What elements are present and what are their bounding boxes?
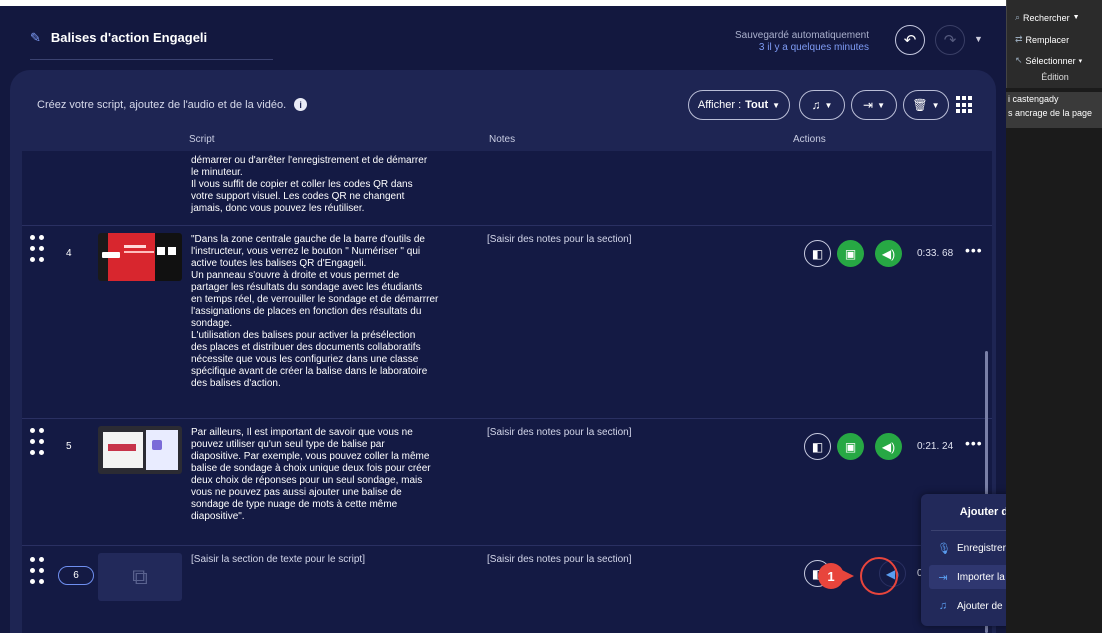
grid-view-icon[interactable] <box>956 96 974 114</box>
group-label: Édition <box>1041 72 1069 82</box>
row-number: 5 <box>66 441 72 452</box>
script-panel: Créez votre script, ajoutez de l'audio e… <box>10 70 996 633</box>
drag-handle-icon[interactable] <box>30 235 48 265</box>
music-menu-button[interactable]: ♫ ▼ <box>799 90 845 120</box>
drag-handle-icon[interactable] <box>30 428 48 458</box>
select-label: Sélectionner <box>1025 55 1076 66</box>
more-options-icon[interactable]: ••• <box>965 242 983 258</box>
empty-slide-placeholder[interactable]: ⧉ <box>98 553 182 601</box>
import-icon: ⇥ <box>863 98 874 112</box>
audio-button[interactable]: ◀) <box>875 433 902 460</box>
import-menu-button[interactable]: ⇥ ▼ <box>851 90 897 120</box>
microphone-icon: 🎙 <box>937 542 951 555</box>
slide-icon: ◧ <box>811 246 824 261</box>
app-header: ✎ Balises d'action Engageli Sauvegardé a… <box>0 6 1006 66</box>
notes-text[interactable]: [Saisir des notes pour la section] <box>487 234 632 245</box>
duration: 0:33. 68 <box>917 248 954 259</box>
edit-icon[interactable]: ✎ <box>30 30 41 46</box>
image-icon: ▣ <box>844 246 857 261</box>
row-number[interactable]: 6 <box>58 566 94 585</box>
import-icon: ⇥ <box>938 571 948 584</box>
table-row: démarrer ou d'arrêter l'enregistrement e… <box>22 151 992 226</box>
script-text[interactable]: Par ailleurs, Il est important de savoir… <box>191 427 466 523</box>
script-text[interactable]: [Saisir la section de texte pour le scri… <box>191 554 466 566</box>
chevron-down-icon: ▼ <box>877 100 885 110</box>
select-button[interactable]: ↖ Sélectionner ▾ <box>1015 55 1082 66</box>
replace-icon: ⇄ <box>1015 34 1023 44</box>
duration: 0:21. 24 <box>917 441 954 452</box>
chevron-down-icon: ▼ <box>824 100 833 110</box>
script-text[interactable]: démarrer ou d'arrêter l'enregistrement e… <box>191 155 466 215</box>
show-filter-dropdown[interactable]: Afficher : Tout ▼ <box>688 90 790 120</box>
title-field[interactable]: ✎ Balises d'action Engageli <box>30 30 273 60</box>
side-pane: i castengady s ancrage de la page <box>1006 92 1102 128</box>
chevron-down-icon: ▼ <box>772 100 781 110</box>
host-app-sidebar: ⌕ Rechercher ▼ ⇄ Remplacer ↖ Sélectionner ▾ É… <box>1006 0 1102 633</box>
pane-text: s ancrage de la page <box>1008 108 1093 118</box>
undo-icon: ↶ <box>903 32 917 49</box>
image-icon: ▣ <box>844 439 857 454</box>
image-button[interactable]: ▣ <box>837 240 864 267</box>
save-status-time: 3 il y a quelques minutes <box>758 42 869 53</box>
trash-icon: 🗑 <box>912 98 928 112</box>
chevron-down-icon: ▾ <box>1078 57 1083 65</box>
screen: ” ” ✎ Balises d'action Engageli Sauvegar… <box>0 0 1102 633</box>
cursor-icon: ↖ <box>1015 55 1023 65</box>
table-row: 6 ⧉ [Saisir la section de texte pour le … <box>22 547 992 633</box>
row-number: 4 <box>66 248 72 259</box>
callout-badge-1: 1 <box>818 563 844 589</box>
slide-icon: ◧ <box>811 439 824 454</box>
save-status: Sauvegardé automatiquement 3 il y a quel… <box>735 30 869 54</box>
music-note-icon: ♫ <box>811 98 821 112</box>
column-header-actions: Actions <box>793 134 826 145</box>
engageli-app: ✎ Balises d'action Engageli Sauvegardé a… <box>0 6 1006 633</box>
add-slide-icon: ⧉ <box>132 564 148 589</box>
column-header-notes: Notes <box>489 134 516 145</box>
save-status-label: Sauvegardé automatiquement <box>735 30 869 41</box>
undo-button[interactable]: ↶ <box>895 25 925 55</box>
replace-button[interactable]: ⇄ Remplacer <box>1015 34 1069 45</box>
slide-thumbnail[interactable] <box>98 233 182 281</box>
ribbon-edit-group: ⌕ Rechercher ▼ ⇄ Remplacer ↖ Sélectionner ▾ É… <box>1006 0 1102 88</box>
more-options-icon[interactable]: ••• <box>965 435 983 451</box>
slide-thumbnail[interactable] <box>98 426 182 474</box>
delete-menu-button[interactable]: 🗑 ▼ <box>903 90 949 120</box>
column-header-script: Script <box>189 134 215 145</box>
info-icon[interactable]: i <box>294 98 308 111</box>
find-button[interactable]: ⌕ Rechercher ▼ <box>1015 12 1080 23</box>
notes-text[interactable]: [Saisir des notes pour la section] <box>487 554 632 565</box>
replace-label: Remplacer <box>1025 34 1070 45</box>
audio-button[interactable]: ◀) <box>875 240 902 267</box>
chevron-down-icon[interactable]: ▼ <box>974 34 983 44</box>
speaker-icon: ◀) <box>881 246 896 261</box>
script-text[interactable]: "Dans la zone centrale gauche de la barr… <box>191 234 466 390</box>
notes-text[interactable]: [Saisir des notes pour la section] <box>487 427 632 438</box>
intro-label: Créez votre script, ajoutez de l'audio e… <box>37 98 287 111</box>
find-label: Rechercher <box>1023 12 1070 23</box>
speaker-icon: ◀) <box>881 439 896 454</box>
slide-button[interactable]: ◧ <box>804 433 831 460</box>
image-button[interactable]: ▣ <box>837 433 864 460</box>
intro-text: Créez votre script, ajoutez de l'audio e… <box>37 98 308 111</box>
drag-handle-icon[interactable] <box>30 557 48 587</box>
show-filter-value: Tout <box>745 99 769 111</box>
show-filter-label: Afficher : <box>697 99 742 111</box>
redo-button[interactable]: ↷ <box>935 25 965 55</box>
pane-text: i castengady <box>1008 94 1059 104</box>
search-icon: ⌕ <box>1015 12 1021 22</box>
highlight-ring <box>860 557 898 595</box>
table-row: 5 Par ailleurs, Il est important de savo… <box>22 420 992 546</box>
chevron-down-icon: ▼ <box>1072 14 1080 21</box>
redo-icon: ↷ <box>943 32 957 49</box>
page-title: Balises d'action Engageli <box>50 30 208 45</box>
script-table: démarrer ou d'arrêter l'enregistrement e… <box>22 151 992 633</box>
music-note-icon: ♫ <box>938 600 948 612</box>
table-row: 4 "Dans la zone centrale gauche de la ba… <box>22 227 992 419</box>
chevron-down-icon: ▼ <box>931 100 940 110</box>
slide-button[interactable]: ◧ <box>804 240 831 267</box>
